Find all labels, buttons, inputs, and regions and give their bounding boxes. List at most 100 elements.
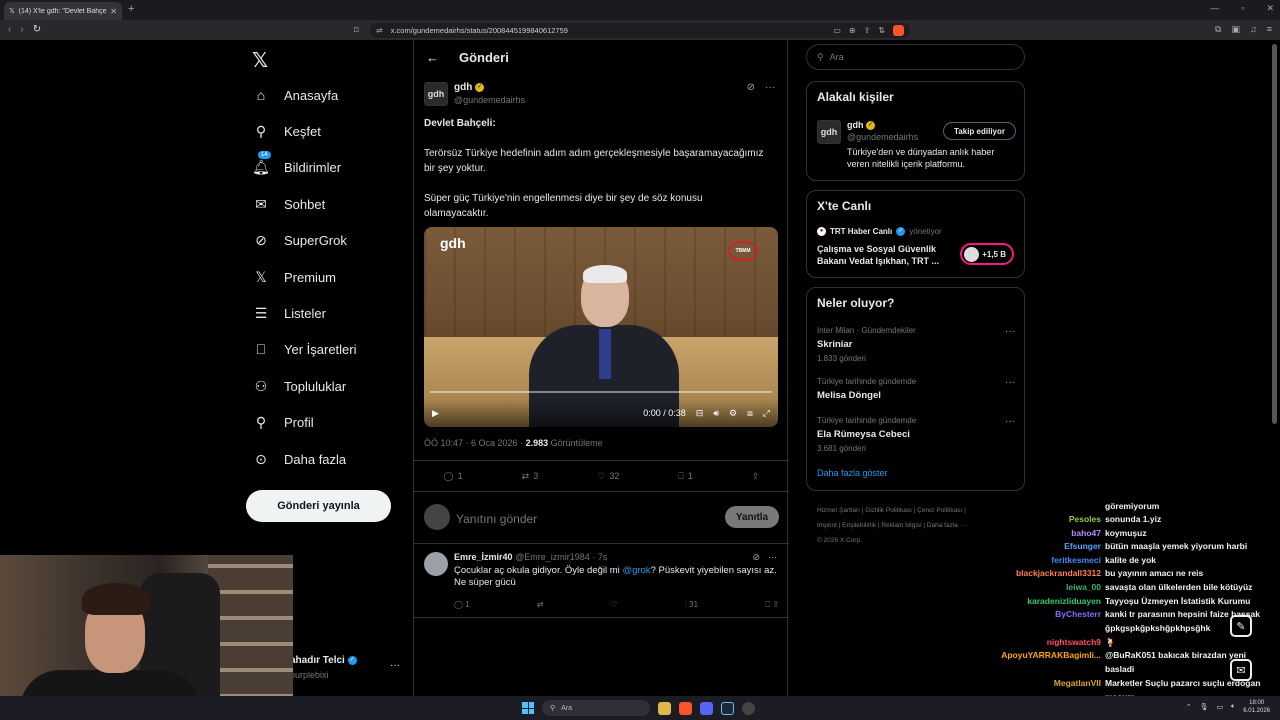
chat-username[interactable]: Efsunger [990, 540, 1105, 554]
compose-icon[interactable]: ✎ [1230, 615, 1252, 637]
nav-item[interactable]: 🔔︎ 14 Bildirimler [252, 151, 341, 180]
show-more-link[interactable]: Daha fazla göster [817, 468, 888, 478]
captions-icon[interactable]: ⊟ [696, 408, 704, 419]
more-options-icon[interactable]: ··· [1005, 416, 1015, 427]
bookmark-share[interactable]: ⎕ ⇪ [765, 600, 779, 610]
file-explorer-icon[interactable] [658, 701, 671, 715]
back-arrow-icon[interactable]: ← [426, 50, 439, 65]
live-broadcast-title[interactable]: Çalışma ve Sosyal Güvenlik Bakanı Vedat … [817, 243, 952, 267]
following-button[interactable]: Takip ediliyor [943, 122, 1016, 140]
obs-icon[interactable] [742, 701, 755, 715]
steam-icon[interactable] [721, 701, 734, 715]
nav-item[interactable]: ⎕ Yer İşaretleri [252, 338, 357, 362]
grok-icon[interactable]: ⊘ [752, 552, 760, 563]
commenter-avatar[interactable] [424, 552, 448, 576]
zoom-icon[interactable]: ⊕ [849, 26, 856, 35]
heart-icon[interactable]: ♡ [611, 600, 618, 610]
live-host-name[interactable]: TRT Haber Canlı [830, 227, 892, 236]
reply-tweet[interactable]: Emre_İzmir40 @Emre_izmir1984 · 7s ⊘ ··· … [414, 544, 789, 618]
more-options-icon[interactable]: ··· [1005, 326, 1015, 337]
trend-item[interactable]: Türkiye tarihinde gündemde Melisa Döngel… [817, 377, 1017, 405]
nav-item[interactable]: ⚲ Profil [252, 411, 314, 435]
more-icon[interactable]: ··· [390, 660, 400, 671]
wallet-icon[interactable]: ▣ [1231, 24, 1240, 35]
repost-action[interactable]: ⇄ 3 [522, 471, 539, 482]
bookmark-action[interactable]: ⎕ 1 [678, 471, 692, 482]
nav-item[interactable]: ✉ Sohbet [252, 192, 325, 216]
nav-item[interactable]: ⚇ Topluluklar [252, 374, 346, 398]
like-action[interactable]: ♡ 32 [597, 471, 619, 482]
tweet-video[interactable]: gdh TBMM ▶ 0:00 / 0:38 ⊟ 🔊︎ ⚙︎ ⧈ ⤢ [424, 227, 778, 427]
discord-icon[interactable] [700, 701, 713, 715]
more-options-icon[interactable]: ··· [765, 82, 775, 93]
reload-icon[interactable]: ↻ [33, 24, 41, 35]
play-icon[interactable]: ▶ [432, 408, 439, 419]
nav-item[interactable]: ⊙ Daha fazla [252, 447, 346, 471]
settings-icon[interactable]: ⚙︎ [729, 408, 737, 419]
reader-icon[interactable]: ▭ [833, 26, 841, 35]
reply-button[interactable]: Yanıtla [725, 506, 779, 528]
chat-username[interactable]: baho47 [990, 527, 1105, 541]
message-icon[interactable]: ✉ [1230, 659, 1252, 681]
volume-icon[interactable]: 🔈︎ [1231, 703, 1235, 711]
chat-username[interactable]: karadenizliduayen [990, 595, 1105, 609]
url-bar[interactable]: ⇌ x.com/gundemedairhs/status/20084451998… [370, 23, 910, 38]
tray-chevron-icon[interactable]: ⌃ [1186, 703, 1192, 711]
maximize-icon[interactable]: ▫ [1241, 3, 1244, 14]
nav-item[interactable]: ⌂ Anasayfa [252, 83, 338, 107]
menu-icon[interactable]: ≡ [1267, 24, 1272, 35]
chat-username[interactable]: Pesoles [990, 513, 1105, 527]
reply-action[interactable]: ◯ 1 [454, 600, 470, 610]
scrollbar[interactable] [1272, 44, 1277, 424]
brave-shield-icon[interactable] [893, 25, 904, 36]
search-input[interactable]: ⚲ Ara [806, 44, 1025, 70]
reply-input[interactable]: Yanıtını gönder [456, 512, 537, 526]
author-name[interactable]: gdh [454, 82, 472, 93]
pip-icon[interactable]: ⧈ [747, 408, 753, 419]
x-logo-icon[interactable]: 𝕏 [252, 48, 268, 73]
live-listeners[interactable]: +1,5 B [960, 243, 1014, 265]
chat-username[interactable]: blackjackrandall3312 [990, 567, 1105, 581]
bookmark-page-icon[interactable]: ⌑ [354, 25, 359, 36]
trend-item[interactable]: Türkiye tarihinde gündemde Ela Rümeysa C… [817, 416, 1017, 453]
close-tab-icon[interactable]: ✕ [110, 7, 117, 16]
brave-browser-icon[interactable] [679, 701, 692, 715]
fullscreen-icon[interactable]: ⤢ [763, 408, 770, 419]
network-icon[interactable]: ▭ [1216, 703, 1223, 711]
translate-icon[interactable]: ⇅ [878, 26, 885, 35]
views-action[interactable]: ⫶ 31 [685, 600, 698, 610]
grok-mention[interactable]: @grok [622, 565, 650, 576]
chat-username[interactable]: feritkesmeci [990, 554, 1105, 568]
forward-icon[interactable]: › [20, 24, 23, 35]
mic-icon[interactable]: 🎙︎ [1200, 703, 1209, 711]
author-handle[interactable]: @gundemedairhs [454, 95, 525, 105]
video-progress-bar[interactable] [430, 391, 772, 393]
user-avatar[interactable] [424, 504, 450, 530]
nav-item[interactable]: ⚲ Keşfet [252, 119, 321, 143]
nav-item[interactable]: 𝕏 Premium [252, 265, 336, 289]
windows-start-icon[interactable] [522, 702, 534, 714]
share-action[interactable]: ⇪ [752, 471, 760, 482]
commenter-name[interactable]: Emre_İzmir40 [454, 552, 513, 562]
reply-action[interactable]: ◯ 1 [444, 471, 463, 482]
author-avatar[interactable]: gdh [424, 82, 448, 106]
more-options-icon[interactable]: ··· [1005, 377, 1015, 388]
repost-icon[interactable]: ⇄ [537, 600, 544, 610]
chat-username[interactable]: leiwa_00 [990, 581, 1105, 595]
nav-item[interactable]: ☰ Listeler [252, 301, 326, 325]
nav-item[interactable]: ⊘ SuperGrok [252, 229, 347, 253]
related-name[interactable]: gdh [847, 120, 864, 130]
tweet-author[interactable]: gdh gdh ✓ @gundemedairhs [424, 82, 525, 106]
more-options-icon[interactable]: ··· [768, 552, 777, 563]
taskbar-search[interactable]: ⚲ Ara [542, 700, 650, 716]
back-icon[interactable]: ‹ [8, 24, 11, 35]
account-switcher[interactable]: ahadır Telci ✓ purplebixi ··· [290, 655, 410, 680]
share-icon[interactable]: ⇪ [864, 26, 871, 35]
site-info-icon[interactable]: ⇌ [376, 26, 383, 35]
new-tab-button[interactable]: + [128, 3, 134, 15]
related-avatar[interactable]: gdh [817, 120, 841, 144]
trend-item[interactable]: Inter Milan · Gündemdekiler Skriniar 1.8… [817, 326, 1017, 363]
grok-icon[interactable]: ⊘ [747, 82, 755, 93]
clock[interactable]: 18:00 6.01.2026 [1243, 699, 1270, 715]
chat-username[interactable]: ByChesterr [990, 608, 1105, 635]
